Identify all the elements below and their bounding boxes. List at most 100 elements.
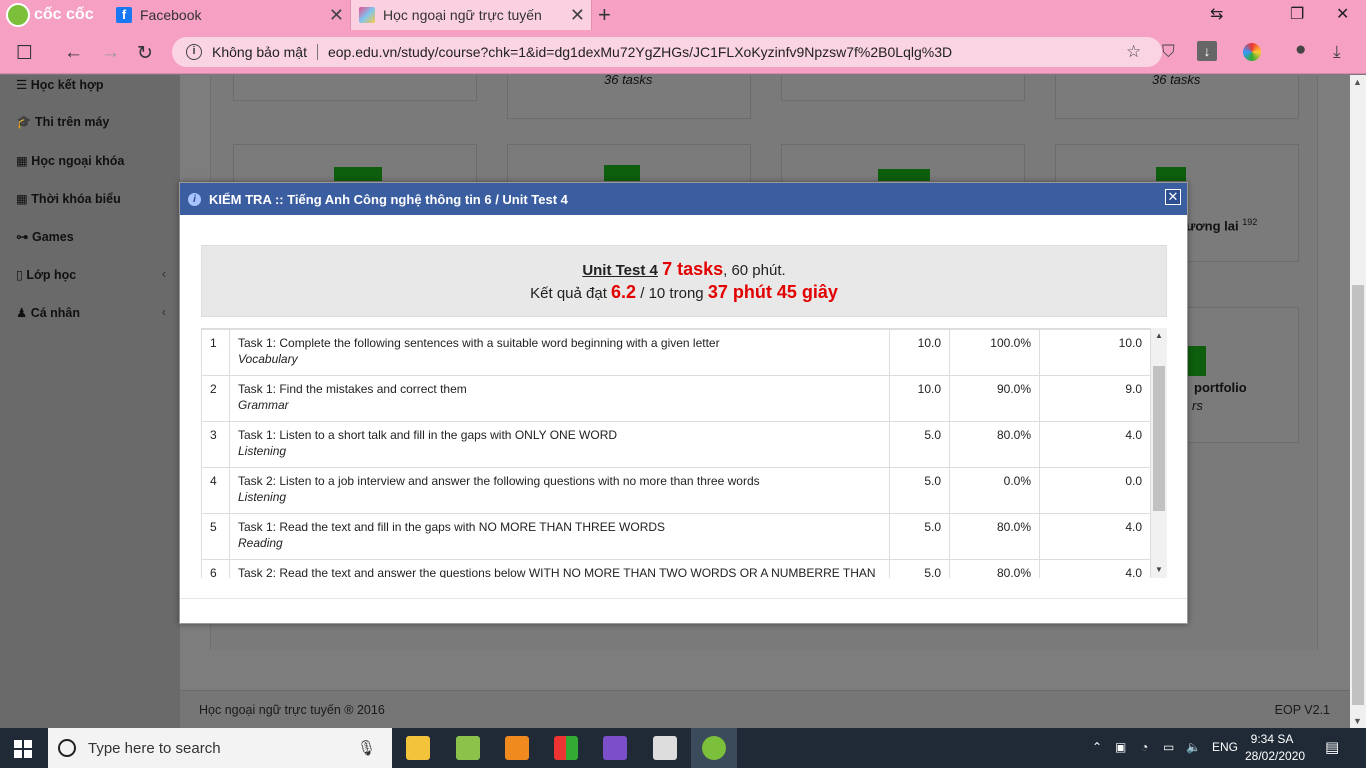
task-percent: 100.0% <box>949 329 1040 376</box>
visual-studio-icon[interactable] <box>603 736 627 760</box>
tab-title: Facebook <box>140 7 202 23</box>
sidebar-item-label: Cá nhân <box>30 306 80 320</box>
table-scrollbar[interactable]: ▲ ▼ <box>1151 328 1167 578</box>
card-title: portfolio <box>1194 380 1247 395</box>
tab-facebook[interactable]: f Facebook ✕ <box>110 0 350 30</box>
duration: , 60 phút. <box>723 262 786 279</box>
volume-icon[interactable]: 🔈 <box>1186 740 1201 754</box>
file-explorer-icon[interactable] <box>406 736 430 760</box>
dialog-title: KIỂM TRA :: Tiếng Anh Công nghệ thông ti… <box>209 191 568 207</box>
page-scrollbar[interactable]: ▲ ▼ <box>1350 75 1366 728</box>
table-row[interactable]: 3 Task 1: Listen to a short talk and fill… <box>201 421 1151 468</box>
sublime-text-icon[interactable] <box>505 736 529 760</box>
close-window-icon[interactable]: ✕ <box>1336 4 1349 24</box>
clock[interactable]: 9:34 SA 28/02/2020 <box>1245 731 1305 765</box>
scroll-up-icon[interactable]: ▲ <box>1155 331 1163 340</box>
browser-brand[interactable]: cốc cốc <box>6 3 94 27</box>
course-card[interactable]: 36 tasks <box>1055 75 1299 119</box>
snipping-tool-icon[interactable] <box>456 736 480 760</box>
sidebar-item-hoc-ket-hop[interactable]: ☰ Học kết hợp <box>16 77 166 92</box>
sidebar-item-thi-tren-may[interactable]: 🎓 Thi trên máy <box>16 115 166 130</box>
close-dialog-button[interactable]: ✕ <box>1165 189 1181 205</box>
tasks-count: 7 tasks <box>662 259 724 279</box>
divider <box>316 44 318 60</box>
download-icon[interactable]: ↓ <box>1197 41 1217 61</box>
task-percent: 0.0% <box>949 467 1040 514</box>
portfolio-icon <box>1186 346 1206 376</box>
task-score: 10.0 <box>1039 329 1151 376</box>
card-tasks: 36 tasks <box>604 75 653 87</box>
network-icon[interactable]: ◔ <box>1141 740 1148 754</box>
sidebar-item-thoi-khoa-bieu[interactable]: ▦ Thời khóa biểu <box>16 191 166 206</box>
restore-tabs-icon[interactable]: ⇆ <box>1210 4 1223 24</box>
windows-start-icon[interactable] <box>14 740 32 758</box>
table-row[interactable]: 5 Task 1: Read the text and fill in the g… <box>201 513 1151 560</box>
task-name-cell: Task 2: Read the text and answer the que… <box>229 559 890 578</box>
task-category: Grammar <box>238 398 289 412</box>
graduation-cap-icon: 🎓 <box>16 115 36 129</box>
table-row[interactable]: 6 Task 2: Read the text and answer the qu… <box>201 559 1151 578</box>
bookmark-star-icon[interactable]: ☆ <box>1126 42 1141 62</box>
notifications-icon[interactable]: ▤ <box>1325 738 1339 756</box>
url-field[interactable]: i Không bảo mật eop.edu.vn/study/course?… <box>172 37 1162 67</box>
course-card[interactable] <box>233 75 477 101</box>
task-name: Task 1: Find the mistakes and correct th… <box>238 382 467 396</box>
reload-icon[interactable]: ↻ <box>137 42 153 65</box>
course-card[interactable]: 36 tasks <box>507 75 751 119</box>
close-tab-icon[interactable]: ✕ <box>329 5 344 26</box>
sidebar-item-games[interactable]: ⊶ Games <box>16 229 166 244</box>
scroll-thumb[interactable] <box>1153 366 1165 511</box>
save-download-icon[interactable]: ⤓ <box>1333 42 1341 62</box>
score-value: 6.2 <box>611 282 637 302</box>
forward-icon[interactable]: → <box>101 42 120 64</box>
scroll-up-icon[interactable]: ▲ <box>1353 77 1362 87</box>
sidebar-item-lop-hoc[interactable]: ▯ Lớp học ‹ <box>16 267 166 282</box>
sidebar-item-label: Lớp học <box>26 268 77 282</box>
scroll-down-icon[interactable]: ▼ <box>1353 716 1362 726</box>
time-spent: 37 phút 45 giây <box>707 282 838 302</box>
coccoc-browser-icon[interactable] <box>702 736 726 760</box>
url-text[interactable]: eop.edu.vn/study/course?chk=1&id=dg1dexM… <box>328 44 952 60</box>
summary-line-2: Kết quả đạt 6.2 / 10 trong 37 phút 45 gi… <box>202 282 1166 303</box>
battery-icon[interactable]: ▭ <box>1163 740 1174 754</box>
table-row[interactable]: 4 Task 2: Listen to a job interview and a… <box>201 467 1151 514</box>
back-icon[interactable]: ← <box>64 42 83 64</box>
app-tray-icon[interactable]: ▣ <box>1115 740 1126 754</box>
office-icon[interactable] <box>554 736 578 760</box>
unity-icon[interactable] <box>653 736 677 760</box>
sidebar-item-label: Thi trên máy <box>35 115 110 129</box>
shield-icon[interactable]: ⛉ <box>1162 42 1175 62</box>
score-suffix: / 10 trong <box>640 285 704 302</box>
show-hidden-icons-icon[interactable]: ⌃ <box>1092 740 1102 754</box>
cortana-circle-icon <box>58 739 76 757</box>
new-tab-button[interactable]: + <box>598 2 611 28</box>
extension-icon[interactable] <box>1243 43 1261 61</box>
scroll-down-icon[interactable]: ▼ <box>1155 565 1163 574</box>
sidebar-item-label: Games <box>31 230 74 244</box>
task-category: Reading <box>238 536 283 550</box>
task-max-score: 10.0 <box>889 375 950 422</box>
taskbar-search-input[interactable]: Type here to search 🎙 <box>48 728 392 768</box>
calendar-icon: ▦ <box>16 192 32 206</box>
info-icon[interactable]: i <box>186 44 202 60</box>
language-indicator[interactable]: ENG <box>1212 740 1238 754</box>
task-results-table[interactable]: 1 Task 1: Complete the following sentence… <box>201 328 1151 578</box>
microphone-icon[interactable]: 🎙 <box>357 739 376 757</box>
task-name: Task 2: Read the text and answer the que… <box>238 566 876 578</box>
profile-icon[interactable]: ● <box>1295 39 1306 61</box>
sidebar-item-ca-nhan[interactable]: ♟ Cá nhân ‹ <box>16 305 166 320</box>
table-row[interactable]: 2 Task 1: Find the mistakes and correct t… <box>201 375 1151 422</box>
sidebar-toggle-icon[interactable]: ☐ <box>16 42 33 65</box>
maximize-icon[interactable]: ❐ <box>1290 4 1304 24</box>
card-title: ương lai 192 <box>1186 217 1258 234</box>
sidebar-item-hoc-ngoai-khoa[interactable]: ▦ Học ngoại khóa <box>16 153 166 168</box>
course-card[interactable] <box>781 75 1025 101</box>
close-tab-icon[interactable]: ✕ <box>570 5 585 26</box>
facebook-icon: f <box>116 7 132 23</box>
scroll-thumb[interactable] <box>1352 285 1364 705</box>
tab-eop[interactable]: Học ngoại ngữ trực tuyến ✕ <box>350 0 592 30</box>
task-name-cell: Task 1: Complete the following sentences… <box>229 329 890 376</box>
task-score: 4.0 <box>1039 513 1151 560</box>
task-category: Vocabulary <box>238 352 298 366</box>
table-row[interactable]: 1 Task 1: Complete the following sentence… <box>201 329 1151 376</box>
